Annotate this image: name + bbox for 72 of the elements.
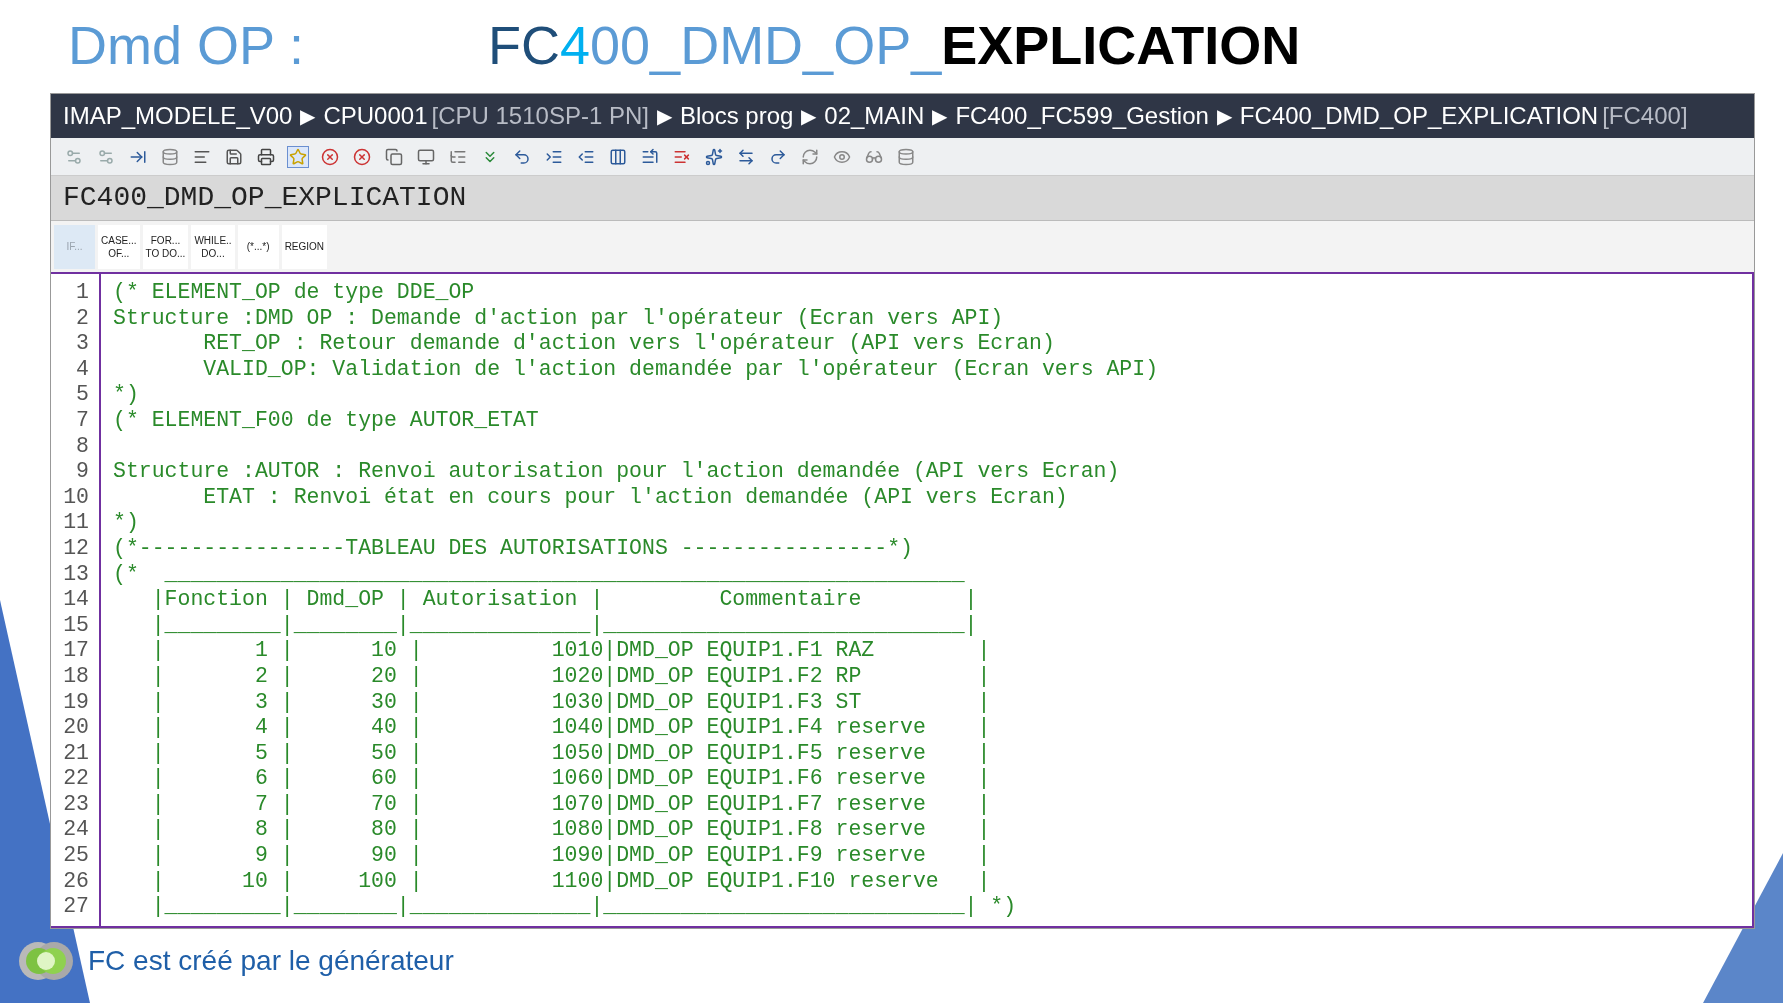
line-number: 8 [76, 433, 89, 460]
breadcrumb-item[interactable]: CPU0001 [323, 98, 428, 134]
code-comment: | 5 | 50 | 1050|DMD_OP EQUIP1.F5 reserve | [150, 740, 991, 765]
code-comment: ETAT : Renvoi état en cours pour l'action demandée (API vers Ecran) [202, 484, 1068, 509]
separator-arrow: ▶ [656, 104, 672, 129]
breadcrumb-detail: [FC400] [1602, 101, 1688, 131]
code-comment: | 3 | 30 | 1030|DMD_OP EQUIP1.F3 ST | [150, 689, 991, 714]
code-comment: VALID_OP: Validation de l'action demandée par l'opérateur (Ecran vers API) [202, 356, 1159, 381]
separator-arrow: ▶ [1216, 104, 1232, 129]
line-number: 7 [76, 407, 89, 434]
code-comment: (* ELEMENT_F00 de type AUTOR_ETAT [113, 407, 539, 432]
line-number: 19 [63, 689, 89, 716]
slide-title: FC400_DMD_OP_EXPLICATION [488, 18, 1301, 77]
line-number: 15 [63, 612, 89, 639]
code-comment: | 4 | 40 | 1040|DMD_OP EQUIP1.F4 reserve | [150, 715, 991, 740]
line-number: 23 [63, 791, 89, 818]
line-number: 4 [76, 356, 89, 383]
slide-heading: Dmd OP : [68, 18, 306, 77]
line-number: 13 [63, 561, 89, 588]
code-comment: |Fonction | Dmd_OP | Autorisation | Commentaire | [150, 587, 978, 612]
line-number: 25 [63, 843, 89, 869]
line-number: 22 [63, 766, 89, 792]
separator-arrow: ▶ [300, 104, 316, 129]
code-comment: |_________|________|______________|____________________________| *) [150, 894, 1017, 919]
breadcrumb-detail: [CPU 1510SP-1 PN] [431, 101, 649, 131]
code-comment: *) [113, 382, 139, 407]
line-number: 21 [63, 740, 89, 767]
code-comment: RET_OP : Retour demande d'action vers l'opérateur (API vers Ecran) [202, 331, 1055, 356]
code-comment: | 1 | 10 | 1010|DMD_OP EQUIP1.F1 RAZ | [150, 638, 991, 663]
line-number: 12 [63, 535, 89, 562]
snippet-button[interactable]: WHILE.. DO... [191, 224, 235, 269]
line-number: 2 [76, 305, 89, 332]
code-comment: |_________|________|______________|____________________________| [150, 612, 978, 637]
breadcrumb-item[interactable]: FC400_DMD_OP_EXPLICATION [1239, 98, 1599, 134]
star-icon[interactable] [287, 145, 309, 168]
breadcrumb-item[interactable]: 02_MAIN [824, 98, 925, 134]
line-number: 24 [63, 817, 89, 844]
line-number: 20 [63, 715, 89, 741]
block-title: FC400_DMD_OP_EXPLICATION [63, 181, 467, 215]
separator-arrow: ▶ [932, 104, 948, 129]
code-comment: | 8 | 80 | 1080|DMD_OP EQUIP1.F8 reserve | [150, 817, 991, 842]
separator-arrow: ▶ [801, 104, 817, 129]
code-comment: Structure :AUTOR : Renvoi autorisation pour l'action demandée (API vers Ecran) [113, 459, 1120, 484]
line-number: 14 [63, 587, 89, 613]
code-comment: (* ELEMENT_OP de type DDE_OP [113, 280, 475, 304]
line-number: 26 [63, 868, 89, 895]
code-comment: (* ______________________________________________________________ [113, 561, 965, 586]
code-comment: Structure :DMD OP : Demande d'action par l'opérateur (Ecran vers API) [113, 305, 1004, 330]
code-comment: | 7 | 70 | 1070|DMD_OP EQUIP1.F7 reserve | [150, 791, 991, 816]
code-comment: | 2 | 20 | 1020|DMD_OP EQUIP1.F2 RP | [150, 663, 991, 688]
line-number: 9 [76, 459, 89, 485]
code-comment: | 6 | 60 | 1060|DMD_OP EQUIP1.F6 reserve | [150, 766, 991, 791]
line-number: 17 [63, 638, 89, 664]
breadcrumb-item[interactable]: Blocs prog [679, 98, 794, 134]
snippet-button[interactable]: (*...*) [237, 224, 279, 269]
code-comment: | 9 | 90 | 1090|DMD_OP EQUIP1.F9 reserve | [150, 843, 991, 868]
snippet-button[interactable]: REGION [281, 224, 328, 269]
code-comment: (*----------------TABLEAU DES AUTORISATIONS ----------------*) [113, 535, 913, 560]
line-number: 5 [76, 382, 89, 408]
code-comment: | 10 | 100 | 1100|DMD_OP EQUIP1.F10 reserve | [150, 868, 991, 893]
breadcrumb-item[interactable]: FC400_FC599_Gestion [955, 98, 1209, 134]
line-number: 10 [63, 484, 89, 511]
code-comment: *) [113, 510, 139, 535]
breadcrumb-item[interactable]: IMAP_MODELE_V00 [63, 98, 293, 134]
line-number: 18 [63, 663, 89, 690]
slide-caption: FC est créé par le générateur [88, 943, 454, 978]
snippet-button[interactable]: FOR... TO DO... [142, 224, 189, 269]
line-number: 27 [63, 894, 89, 920]
line-number: 3 [76, 331, 89, 357]
line-number: 1 [76, 280, 89, 306]
snippet-button[interactable]: CASE... OF... [98, 224, 140, 269]
line-number: 11 [63, 510, 89, 536]
